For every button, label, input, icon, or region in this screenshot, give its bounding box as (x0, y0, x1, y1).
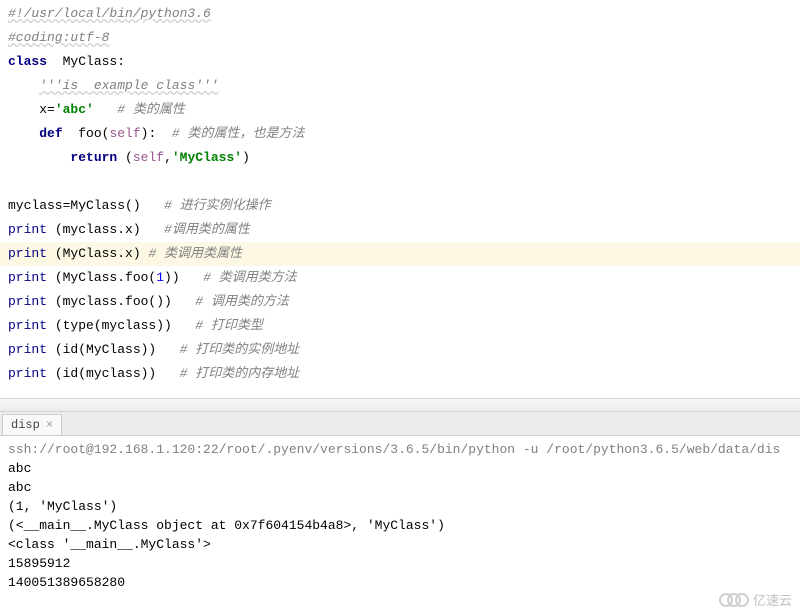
code-line[interactable]: class MyClass: (0, 50, 800, 74)
comment: # 类调用类属性 (148, 246, 242, 261)
code-line[interactable]: return (self,'MyClass') (0, 146, 800, 170)
comment: # 类调用类方法 (203, 270, 297, 285)
console-line: 140051389658280 (8, 573, 792, 592)
code-line[interactable]: print (id(myclass)) # 打印类的内存地址 (0, 362, 800, 386)
code-line[interactable]: #coding:utf-8 (0, 26, 800, 50)
console-output[interactable]: ssh://root@192.168.1.120:22/root/.pyenv/… (0, 436, 800, 596)
code-line[interactable]: #!/usr/local/bin/python3.6 (0, 2, 800, 26)
run-tabbar: disp × (0, 412, 800, 436)
builtin-print: print (8, 222, 47, 237)
code-line[interactable]: '''is example class''' (0, 74, 800, 98)
code-line[interactable]: print (id(MyClass)) # 打印类的实例地址 (0, 338, 800, 362)
comment: # 调用类的方法 (195, 294, 289, 309)
console-line: abc (8, 478, 792, 497)
builtin-print: print (8, 246, 47, 261)
code-line[interactable]: myclass=MyClass() # 进行实例化操作 (0, 194, 800, 218)
keyword-class: class (8, 54, 47, 69)
self-param: self (109, 126, 140, 141)
comment: #调用类的属性 (164, 222, 250, 237)
comment: # 类的属性 (117, 102, 185, 117)
keyword-return: return (70, 150, 117, 165)
close-icon[interactable]: × (46, 418, 53, 432)
comment: # 打印类的内存地址 (180, 366, 300, 381)
keyword-def: def (39, 126, 62, 141)
watermark-text: 亿速云 (753, 590, 792, 609)
builtin-print: print (8, 342, 47, 357)
builtin-print: print (8, 366, 47, 381)
comment: # 打印类的实例地址 (180, 342, 300, 357)
console-line: (1, 'MyClass') (8, 497, 792, 516)
run-tab-label: disp (11, 418, 40, 432)
coding-comment: #coding:utf-8 (8, 30, 109, 45)
console-line: <class '__main__.MyClass'> (8, 535, 792, 554)
console-command-line: ssh://root@192.168.1.120:22/root/.pyenv/… (8, 440, 792, 459)
string-literal: 'MyClass' (172, 150, 242, 165)
run-tab[interactable]: disp × (2, 414, 62, 435)
comment: # 打印类型 (195, 318, 263, 333)
method-name: foo (78, 126, 101, 141)
self-ref: self (133, 150, 164, 165)
code-line[interactable]: x='abc' # 类的属性 (0, 98, 800, 122)
docstring: '''is example class''' (39, 78, 218, 93)
number-literal: 1 (156, 270, 164, 285)
console-line: (<__main__.MyClass object at 0x7f604154b… (8, 516, 792, 535)
code-line[interactable]: def foo(self): # 类的属性，也是方法 (0, 122, 800, 146)
console-line: 15895912 (8, 554, 792, 573)
pane-separator[interactable] (0, 398, 800, 412)
code-line[interactable]: print (myclass.foo()) # 调用类的方法 (0, 290, 800, 314)
comment: # 进行实例化操作 (164, 198, 271, 213)
builtin-print: print (8, 294, 47, 309)
code-line[interactable]: print (myclass.x) #调用类的属性 (0, 218, 800, 242)
string-literal: 'abc' (55, 102, 94, 117)
builtin-print: print (8, 318, 47, 333)
code-line[interactable]: print (type(myclass)) # 打印类型 (0, 314, 800, 338)
console-line: abc (8, 459, 792, 478)
shebang-comment: #!/usr/local/bin/python3.6 (8, 6, 211, 21)
blank-line[interactable] (0, 170, 800, 194)
code-editor[interactable]: #!/usr/local/bin/python3.6 #coding:utf-8… (0, 0, 800, 398)
watermark: 亿速云 (719, 590, 792, 609)
class-name: MyClass (63, 54, 118, 69)
comment: # 类的属性，也是方法 (172, 126, 305, 141)
builtin-print: print (8, 270, 47, 285)
code-line-highlighted[interactable]: print (MyClass.x) # 类调用类属性 (0, 242, 800, 266)
cloud-icon (719, 593, 749, 607)
code-line[interactable]: print (MyClass.foo(1)) # 类调用类方法 (0, 266, 800, 290)
